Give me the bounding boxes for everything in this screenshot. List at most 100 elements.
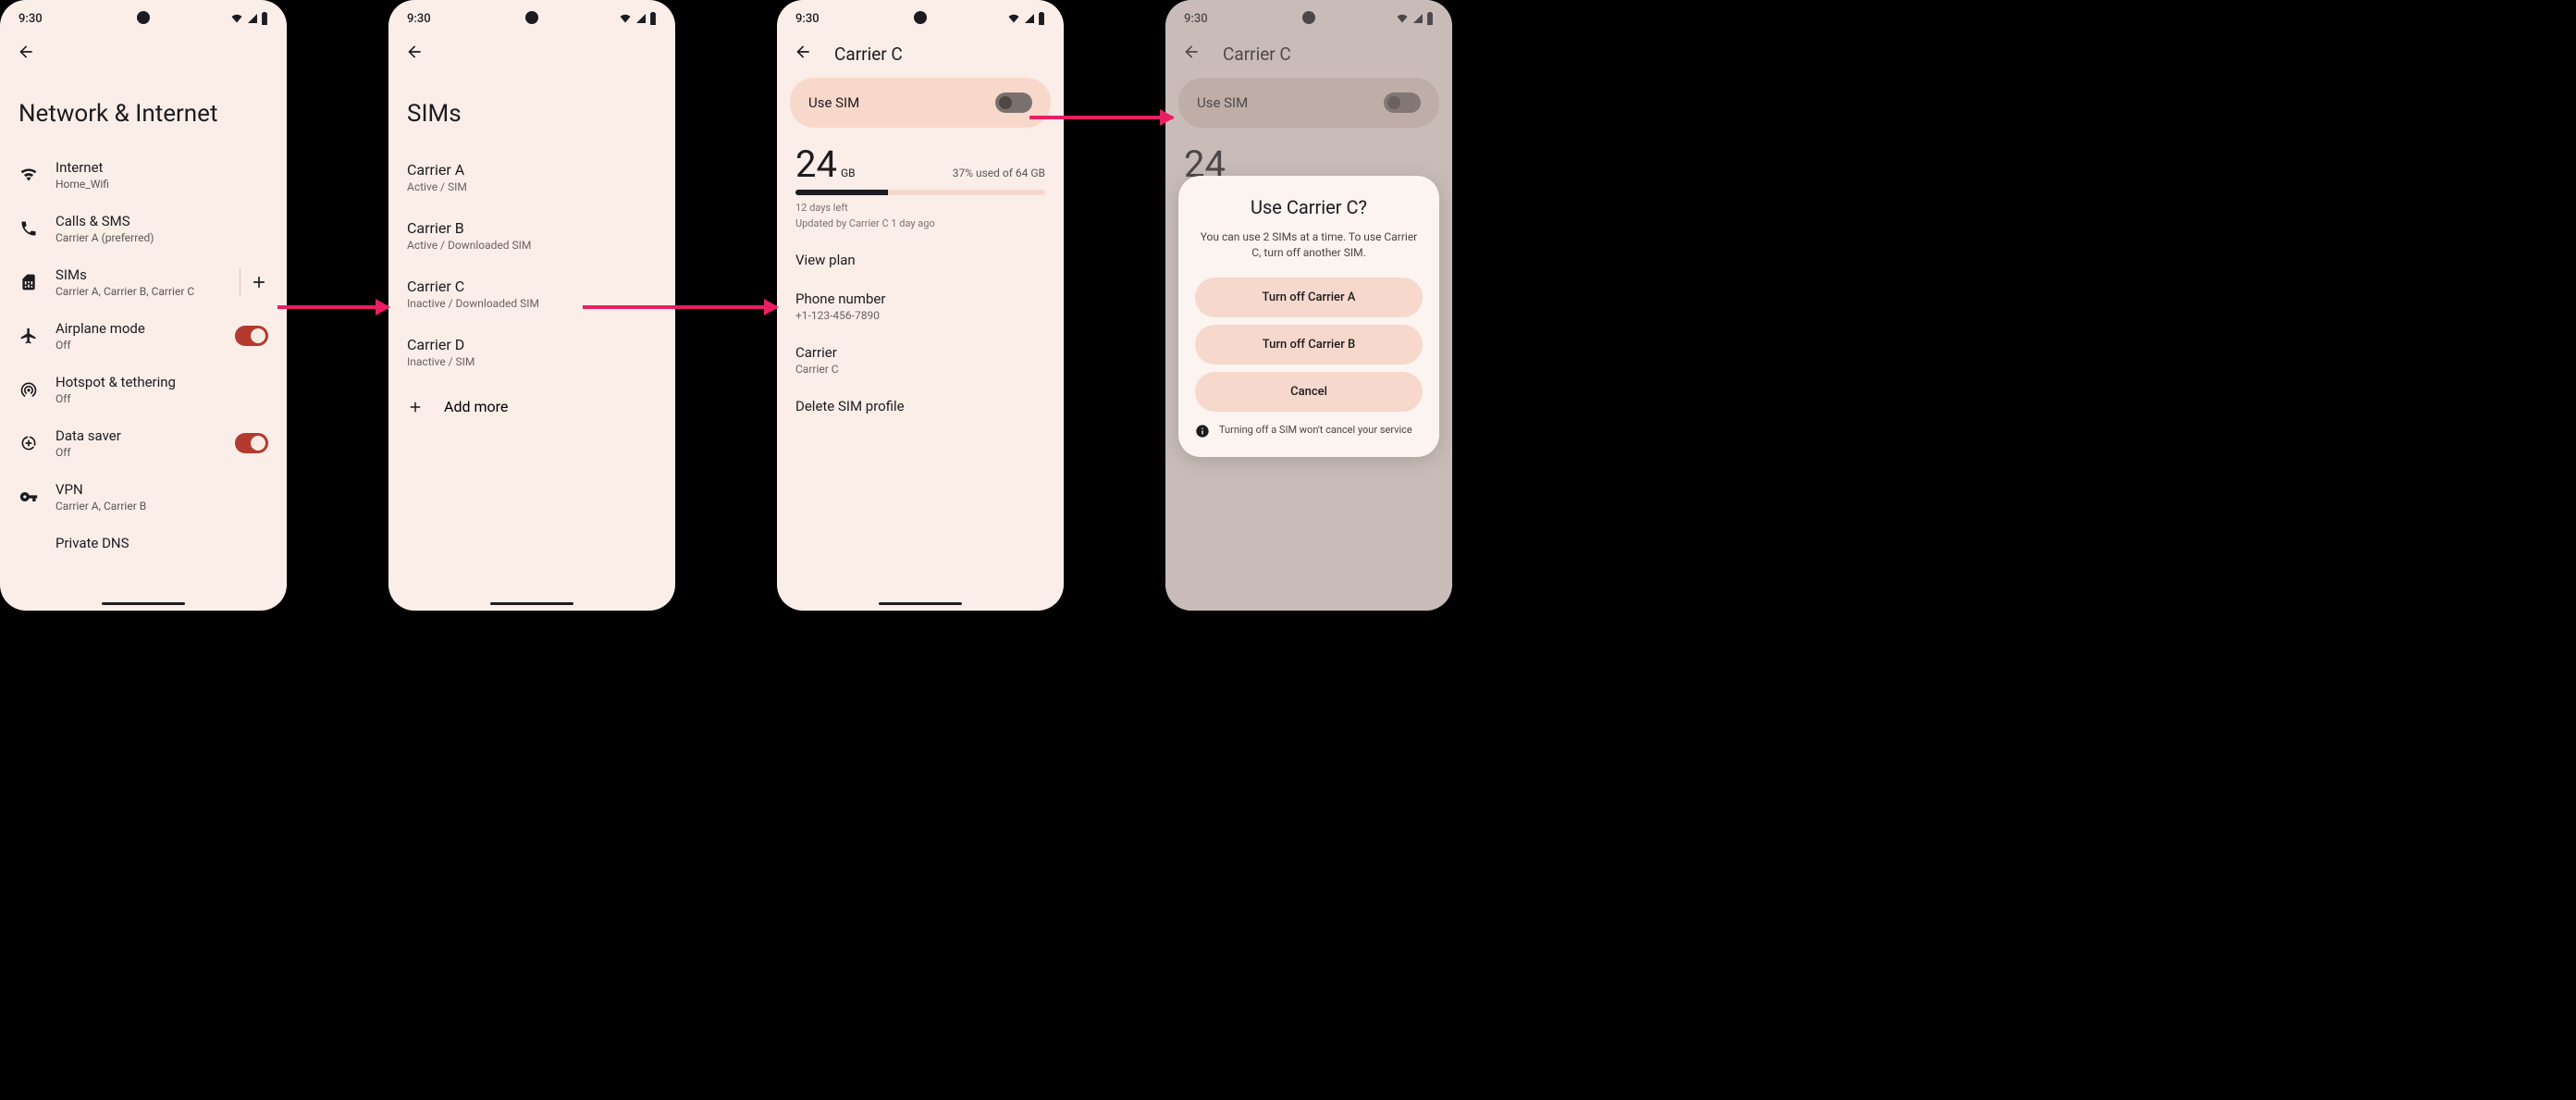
wifi-icon: [1006, 13, 1021, 24]
nav-handle[interactable]: [490, 602, 573, 605]
camera-cutout: [914, 11, 927, 24]
status-time: 9:30: [1184, 12, 1208, 26]
add-label: Add more: [444, 398, 508, 415]
sim-row-c[interactable]: Carrier C Inactive / Downloaded SIM: [388, 265, 675, 323]
use-sim-label: Use SIM: [808, 94, 859, 111]
row-vpn[interactable]: VPN Carrier A, Carrier B: [6, 470, 281, 524]
sim-sub: Inactive / SIM: [407, 355, 657, 368]
row-title: Delete SIM profile: [795, 398, 1045, 414]
hotspot-icon: [18, 380, 39, 399]
row-calls[interactable]: Calls & SMS Carrier A (preferred): [6, 202, 281, 255]
row-datasaver[interactable]: Data saver Off: [6, 416, 281, 470]
dialog-body: You can use 2 SIMs at a time. To use Car…: [1195, 229, 1423, 261]
back-button[interactable]: [17, 43, 35, 65]
sim-row-a[interactable]: Carrier A Active / SIM: [388, 148, 675, 206]
row-sub: Carrier C: [795, 363, 1045, 376]
turn-off-b-button[interactable]: Turn off Carrier B: [1195, 325, 1423, 365]
status-icons: [618, 12, 657, 25]
nav-handle[interactable]: [879, 602, 962, 605]
data-used: 37% used of 64 GB: [953, 167, 1045, 179]
signal-icon: [1411, 13, 1424, 24]
vpn-icon: [18, 488, 39, 506]
row-title: Data saver: [55, 427, 218, 444]
row-phone-number[interactable]: Phone number +1-123-456-7890: [777, 279, 1064, 333]
wifi-icon: [618, 13, 633, 24]
data-amount: 24: [795, 142, 837, 186]
dialog-title: Use Carrier C?: [1195, 196, 1423, 218]
data-unit: GB: [841, 167, 856, 179]
row-title: Airplane mode: [55, 320, 218, 337]
camera-cutout: [137, 11, 150, 24]
sim-title: Carrier B: [407, 219, 657, 237]
sim-row-d[interactable]: Carrier D Inactive / SIM: [388, 323, 675, 381]
datasaver-toggle[interactable]: [235, 433, 268, 453]
sim-row-b[interactable]: Carrier B Active / Downloaded SIM: [388, 206, 675, 265]
dialog-info: Turning off a SIM won't cancel your serv…: [1195, 423, 1423, 439]
cancel-button[interactable]: Cancel: [1195, 372, 1423, 412]
status-icons: [229, 12, 268, 25]
status-time: 9:30: [407, 12, 431, 26]
use-sim-toggle[interactable]: [1384, 93, 1421, 113]
row-title: Calls & SMS: [55, 213, 268, 229]
phone-carrier-dialog: 9:30 Carrier C Use SIM 24 Use Carrier C?…: [1165, 0, 1452, 611]
wifi-icon: [1395, 13, 1410, 24]
turn-off-a-button[interactable]: Turn off Carrier A: [1195, 278, 1423, 317]
add-sim-button[interactable]: [250, 273, 268, 291]
phone-network-internet: 9:30 Network & Internet InternetHome_Wif…: [0, 0, 287, 611]
row-title: VPN: [55, 481, 268, 498]
back-button[interactable]: [1182, 43, 1201, 65]
datasaver-icon: [18, 434, 39, 452]
row-private-dns[interactable]: Private DNS: [6, 524, 281, 551]
row-title: Internet: [55, 159, 268, 176]
status-time: 9:30: [795, 12, 820, 26]
row-sub: Carrier A (preferred): [55, 231, 268, 244]
flow-arrow-2: [583, 305, 777, 309]
row-airplane[interactable]: Airplane modeOff: [6, 309, 281, 363]
airplane-toggle[interactable]: [235, 326, 268, 346]
row-carrier[interactable]: Carrier Carrier C: [777, 333, 1064, 387]
data-progress: [795, 190, 1045, 195]
page-title: Carrier C: [834, 43, 903, 65]
back-button[interactable]: [794, 43, 812, 65]
battery-icon: [1038, 12, 1045, 25]
sim-title: Carrier D: [407, 336, 657, 353]
row-title: View plan: [795, 252, 1045, 268]
row-sub: Carrier A, Carrier B, Carrier C: [55, 285, 223, 298]
row-sims[interactable]: SIMs Carrier A, Carrier B, Carrier C: [6, 255, 281, 309]
use-sim-toggle[interactable]: [995, 93, 1032, 113]
battery-icon: [1426, 12, 1434, 25]
row-sub: Carrier A, Carrier B: [55, 500, 268, 513]
flow-arrow-3: [1029, 116, 1173, 119]
use-sim-card: Use SIM: [1178, 78, 1439, 128]
row-title: SIMs: [55, 266, 223, 283]
row-delete-sim[interactable]: Delete SIM profile: [777, 387, 1064, 426]
battery-icon: [649, 12, 657, 25]
camera-cutout: [1302, 11, 1315, 24]
row-sub: Off: [55, 446, 218, 459]
row-internet[interactable]: InternetHome_Wifi: [6, 148, 281, 202]
info-icon: [1195, 424, 1210, 439]
page-title: SIMs: [388, 68, 675, 148]
row-view-plan[interactable]: View plan: [777, 241, 1064, 279]
wifi-icon: [18, 166, 39, 184]
row-sub: Off: [55, 392, 268, 405]
row-hotspot[interactable]: Hotspot & tetheringOff: [6, 363, 281, 416]
phone-icon: [18, 219, 39, 238]
dialog-info-text: Turning off a SIM won't cancel your serv…: [1219, 423, 1412, 437]
use-sim-card: Use SIM: [790, 78, 1051, 128]
sim-sub: Active / Downloaded SIM: [407, 239, 657, 252]
battery-icon: [261, 12, 268, 25]
add-more-button[interactable]: Add more: [388, 381, 675, 432]
flow-arrow-1: [277, 305, 388, 309]
sim-icon: [18, 273, 39, 291]
camera-cutout: [525, 11, 538, 24]
signal-icon: [246, 13, 259, 24]
data-updated: Updated by Carrier C 1 day ago: [795, 216, 1045, 232]
sim-title: Carrier C: [407, 278, 657, 295]
status-icons: [1006, 12, 1045, 25]
status-icons: [1395, 12, 1434, 25]
nav-handle[interactable]: [102, 602, 185, 605]
back-button[interactable]: [405, 43, 424, 65]
row-title: Phone number: [795, 290, 1045, 307]
airplane-icon: [18, 327, 39, 345]
